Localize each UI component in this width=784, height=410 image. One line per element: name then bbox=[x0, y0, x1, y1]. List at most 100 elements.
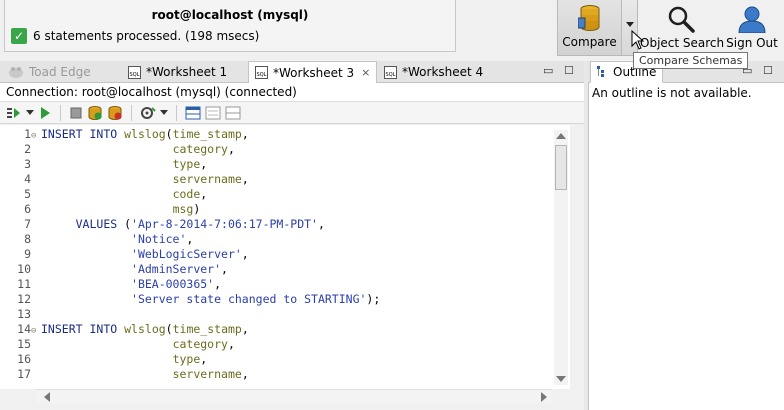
line-number: 14 bbox=[17, 322, 31, 336]
chevron-down-icon[interactable] bbox=[160, 109, 168, 116]
database-stack-icon bbox=[578, 5, 600, 31]
sql-editor[interactable]: 1⊖ INSERT INTO wlslog(time_stamp, 2 catego… bbox=[0, 125, 570, 389]
execute-all-icon[interactable] bbox=[6, 106, 22, 120]
line-number: 6 bbox=[24, 202, 31, 216]
split-view-icon[interactable] bbox=[225, 106, 241, 120]
sign-out-label: Sign Out bbox=[726, 36, 778, 50]
sql-worksheet-icon bbox=[384, 65, 397, 79]
code-line[interactable]: 3 type, bbox=[0, 157, 207, 172]
line-number: 9 bbox=[24, 247, 31, 261]
code-line[interactable]: 6 msg) bbox=[0, 202, 200, 217]
code-line[interactable]: 16 type, bbox=[0, 352, 207, 367]
code-text: VALUES ('Apr-8-2014-7:06:17-PM-PDT', bbox=[75, 217, 325, 231]
scroll-up-icon[interactable] bbox=[556, 133, 566, 139]
code-line[interactable]: 4 servername, bbox=[0, 172, 249, 187]
line-number: 5 bbox=[24, 187, 31, 201]
editor-horizontal-scrollbar[interactable] bbox=[36, 389, 552, 403]
code-text: servername, bbox=[172, 367, 249, 381]
outline-panel: An outline is not available. bbox=[588, 83, 784, 410]
code-line[interactable]: 2 category, bbox=[0, 142, 235, 157]
code-line[interactable]: 15 category, bbox=[0, 337, 235, 352]
scroll-left-icon[interactable] bbox=[44, 392, 50, 402]
code-line[interactable]: 17 servername, bbox=[0, 367, 249, 382]
scrollbar-thumb[interactable] bbox=[555, 145, 567, 190]
tab-worksheet-3[interactable]: *Worksheet 3 × bbox=[248, 61, 378, 84]
scroll-down-icon[interactable] bbox=[556, 376, 566, 382]
line-number: 12 bbox=[17, 292, 31, 306]
maximize-icon[interactable]: ☐ bbox=[763, 64, 773, 77]
line-number: 2 bbox=[24, 142, 31, 156]
code-text: 'WebLogicServer', bbox=[131, 247, 249, 261]
code-line[interactable]: 12 'Server state changed to STARTING'); bbox=[0, 292, 380, 307]
rollback-icon[interactable] bbox=[107, 105, 123, 121]
line-number: 3 bbox=[24, 157, 31, 171]
code-line[interactable]: 1⊖ INSERT INTO wlslog(time_stamp, bbox=[0, 127, 249, 142]
code-text: type, bbox=[172, 157, 208, 171]
sign-out-button[interactable]: Sign Out bbox=[722, 0, 782, 56]
compare-label: Compare bbox=[562, 35, 617, 49]
tab-label: Toad Edge bbox=[29, 65, 91, 79]
app-window: root@localhost (mysql) ✓ 6 statements pr… bbox=[0, 0, 784, 410]
code-line[interactable]: 13 bbox=[0, 307, 41, 322]
status-row: ✓ 6 statements processed. (198 msecs) bbox=[11, 28, 259, 44]
code-line[interactable]: 8 'Notice', bbox=[0, 232, 193, 247]
code-text: 'Notice', bbox=[131, 232, 194, 246]
line-number: 17 bbox=[17, 367, 31, 381]
scroll-right-icon[interactable] bbox=[541, 392, 547, 402]
code-text: type, bbox=[172, 352, 208, 366]
code-line[interactable]: 14⊖ INSERT INTO wlslog(time_stamp, bbox=[0, 322, 249, 337]
magnifier-icon bbox=[668, 6, 695, 33]
check-icon: ✓ bbox=[11, 28, 27, 44]
line-number: 1 bbox=[24, 127, 31, 141]
chevron-down-icon[interactable] bbox=[26, 109, 34, 116]
code-line[interactable]: 9 'WebLogicServer', bbox=[0, 247, 249, 262]
code-text: category, bbox=[172, 142, 235, 156]
object-search-button[interactable]: Object Search bbox=[640, 0, 725, 56]
tab-label: *Worksheet 1 bbox=[146, 65, 228, 79]
toolbar-divider bbox=[176, 104, 177, 121]
toad-logo-icon bbox=[9, 67, 23, 78]
code-line[interactable]: 5 code, bbox=[0, 187, 207, 202]
code-text: 'BEA-000365', bbox=[131, 277, 222, 291]
line-number: 11 bbox=[17, 277, 31, 291]
compare-button[interactable]: Compare bbox=[557, 0, 622, 56]
sql-worksheet-icon bbox=[128, 65, 141, 79]
compare-tooltip: Compare Schemas bbox=[633, 52, 749, 69]
toolbar-divider bbox=[131, 104, 132, 121]
code-line[interactable]: 7 VALUES ('Apr-8-2014-7:06:17-PM-PDT', bbox=[0, 217, 325, 232]
tab-toad-edge[interactable]: Toad Edge bbox=[2, 61, 97, 83]
code-text: 'AdminServer', bbox=[131, 262, 228, 276]
tab-worksheet-1[interactable]: *Worksheet 1 bbox=[122, 61, 233, 83]
status-panel: root@localhost (mysql) ✓ 6 statements pr… bbox=[4, 0, 456, 52]
line-number: 10 bbox=[17, 262, 31, 276]
outline-empty-message: An outline is not available. bbox=[592, 86, 752, 100]
caret-down-icon bbox=[626, 22, 634, 27]
line-number: 15 bbox=[17, 337, 31, 351]
connection-status: Connection: root@localhost (mysql) (conn… bbox=[0, 83, 584, 102]
editor-toolbar bbox=[0, 102, 584, 124]
status-message: 6 statements processed. (198 msecs) bbox=[33, 29, 260, 43]
outline-icon bbox=[597, 66, 604, 77]
close-icon[interactable]: × bbox=[361, 66, 370, 79]
code-text: msg) bbox=[172, 202, 201, 216]
maximize-icon[interactable]: ☐ bbox=[564, 64, 574, 77]
tab-worksheet-4[interactable]: *Worksheet 4 bbox=[378, 61, 489, 83]
format-code-icon[interactable] bbox=[140, 105, 156, 121]
run-icon[interactable] bbox=[38, 106, 52, 120]
stop-icon[interactable] bbox=[69, 106, 83, 120]
code-line[interactable]: 10 'AdminServer', bbox=[0, 262, 228, 277]
line-number: 13 bbox=[17, 307, 31, 321]
line-number: 7 bbox=[24, 217, 31, 231]
minimize-icon[interactable]: ▭ bbox=[543, 64, 553, 77]
code-line[interactable]: 11 'BEA-000365', bbox=[0, 277, 221, 292]
code-text: 'Server state changed to STARTING'); bbox=[131, 292, 381, 306]
result-grid-icon[interactable] bbox=[185, 106, 201, 120]
text-output-icon[interactable] bbox=[205, 106, 221, 120]
code-text: category, bbox=[172, 337, 235, 351]
code-text: servername, bbox=[172, 172, 249, 186]
commit-icon[interactable] bbox=[87, 105, 103, 121]
tab-label: *Worksheet 4 bbox=[402, 65, 484, 79]
tab-label: *Worksheet 3 bbox=[273, 65, 355, 80]
object-search-label: Object Search bbox=[640, 36, 725, 50]
code-text: INSERT INTO wlslog(time_stamp, bbox=[41, 127, 249, 141]
